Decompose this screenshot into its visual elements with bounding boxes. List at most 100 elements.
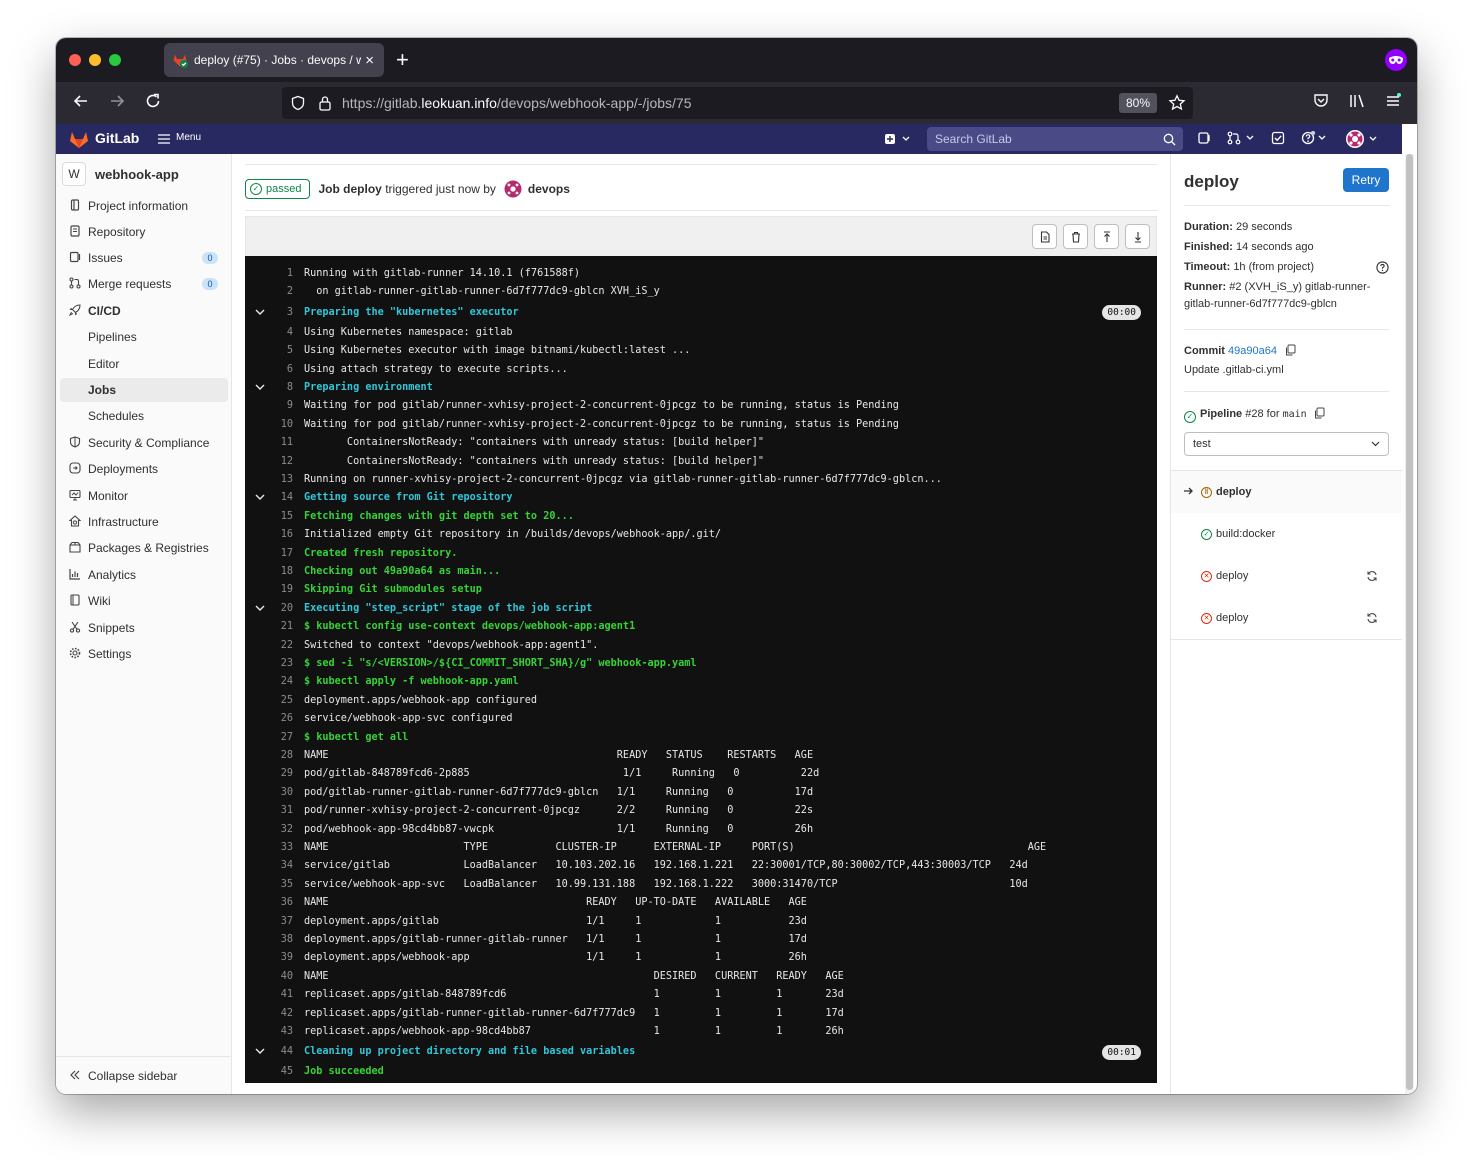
log-line-number[interactable]: 35 xyxy=(245,876,293,894)
sidebar-item-snippets[interactable]: Snippets xyxy=(60,616,228,640)
log-line-number[interactable]: 43 xyxy=(245,1023,293,1041)
copy-icon[interactable] xyxy=(1285,344,1296,356)
log-line-number[interactable]: 41 xyxy=(245,986,293,1004)
log-line-number[interactable]: 19 xyxy=(245,581,293,599)
job-item[interactable]: ✕ deploy xyxy=(1171,555,1402,597)
todo-issues-icon[interactable] xyxy=(1197,131,1211,149)
log-section-header[interactable]: 14 Getting source from Git repository xyxy=(245,489,1157,507)
sidebar-item-settings[interactable]: Settings xyxy=(60,642,228,666)
log-line-number[interactable]: 16 xyxy=(245,526,293,544)
maximize-window-button[interactable] xyxy=(109,54,121,66)
log-line-number[interactable]: 21 xyxy=(245,618,293,636)
log-section-header[interactable]: 20 Executing "step_script" stage of the j… xyxy=(245,600,1157,618)
user-avatar[interactable] xyxy=(504,180,522,198)
search-icon[interactable] xyxy=(1163,133,1176,146)
sidebar-item-packages-registries[interactable]: Packages & Registries xyxy=(60,536,228,560)
log-line-number[interactable]: 36 xyxy=(245,894,293,912)
log-section-header[interactable]: 3 Preparing the "kubernetes" executor 00:0… xyxy=(245,302,1157,324)
sidebar-item-monitor[interactable]: Monitor xyxy=(60,484,228,508)
sidebar-item-issues[interactable]: Issues 0 xyxy=(60,246,228,270)
log-line-number[interactable]: 2 xyxy=(245,283,293,301)
log-line-number[interactable]: 17 xyxy=(245,545,293,563)
sidebar-item-jobs[interactable]: Jobs xyxy=(60,378,228,402)
log-line-number[interactable]: 30 xyxy=(245,784,293,802)
log-line-number[interactable]: 42 xyxy=(245,1005,293,1023)
log-line-number[interactable]: 6 xyxy=(245,361,293,379)
zoom-level[interactable]: 80% xyxy=(1119,93,1157,113)
pipeline-branch[interactable]: main xyxy=(1283,409,1307,420)
log-line-number[interactable]: 15 xyxy=(245,508,293,526)
log-line-number[interactable]: 26 xyxy=(245,710,293,728)
sidebar-item-deployments[interactable]: Deployments xyxy=(60,457,228,481)
log-line-number[interactable]: 29 xyxy=(245,765,293,783)
show-raw-button[interactable] xyxy=(1032,224,1057,249)
forward-arrow-icon[interactable] xyxy=(108,92,126,114)
sidebar-item-security-compliance[interactable]: Security & Compliance xyxy=(60,431,228,455)
menu-hamburger-icon[interactable] xyxy=(158,134,170,144)
sidebar-project-header[interactable]: W webhook-app xyxy=(62,162,179,186)
url-bar[interactable]: https://gitlab.leokuan.info/devops/webho… xyxy=(282,87,1193,119)
question-circle-icon[interactable] xyxy=(1376,261,1389,274)
log-line-number[interactable]: 12 xyxy=(245,453,293,471)
log-line-number[interactable]: 5 xyxy=(245,342,293,360)
log-line-number[interactable]: 25 xyxy=(245,692,293,710)
log-line-number[interactable]: 45 xyxy=(245,1063,293,1081)
reload-icon[interactable] xyxy=(144,92,162,114)
url-text[interactable]: https://gitlab.leokuan.info/devops/webho… xyxy=(342,95,691,111)
log-line-number[interactable]: 33 xyxy=(245,839,293,857)
log-line-number[interactable]: 32 xyxy=(245,821,293,839)
hamburger-menu-icon[interactable] xyxy=(1384,92,1402,114)
collapse-sidebar-button[interactable]: Collapse sidebar xyxy=(56,1056,232,1094)
retry-icon[interactable] xyxy=(1366,570,1378,582)
retry-button[interactable]: Retry xyxy=(1343,168,1389,192)
sidebar-item-wiki[interactable]: Wiki xyxy=(60,589,228,613)
user-link[interactable]: devops xyxy=(528,182,570,196)
page-scrollbar-thumb[interactable] xyxy=(1406,154,1413,1090)
log-line-number[interactable]: 1 xyxy=(245,265,293,283)
sidebar-item-cicd[interactable]: CI/CD xyxy=(60,299,228,323)
menu-button[interactable]: Menu xyxy=(176,132,201,143)
log-line-number[interactable]: 28 xyxy=(245,747,293,765)
library-icon[interactable] xyxy=(1348,92,1366,114)
close-window-button[interactable] xyxy=(69,54,81,66)
gitlab-brand[interactable]: GitLab xyxy=(95,130,139,146)
help-icon[interactable] xyxy=(1301,130,1329,149)
bookmark-star-icon[interactable] xyxy=(1168,94,1186,112)
sidebar-item-schedules[interactable]: Schedules xyxy=(60,404,228,428)
log-line-number[interactable]: 13 xyxy=(245,471,293,489)
minimize-window-button[interactable] xyxy=(89,54,101,66)
sidebar-item-project-information[interactable]: Project information xyxy=(60,194,228,218)
log-line-number[interactable]: 3 xyxy=(245,302,293,324)
log-line-number[interactable]: 10 xyxy=(245,416,293,434)
log-line-number[interactable]: 40 xyxy=(245,968,293,986)
copy-icon[interactable] xyxy=(1314,407,1325,419)
log-line-number[interactable]: 20 xyxy=(245,600,293,618)
stage-select[interactable]: test xyxy=(1184,432,1389,456)
log-line-number[interactable]: 9 xyxy=(245,397,293,415)
log-line-number[interactable]: 34 xyxy=(245,857,293,875)
back-arrow-icon[interactable] xyxy=(72,92,90,114)
log-line-number[interactable]: 39 xyxy=(245,949,293,967)
new-item-icon[interactable] xyxy=(884,132,910,150)
sidebar-item-editor[interactable]: Editor xyxy=(60,352,228,376)
pocket-icon[interactable] xyxy=(1312,92,1330,114)
job-item[interactable]: ✓ build:docker xyxy=(1171,513,1402,555)
sidebar-item-pipelines[interactable]: Pipelines xyxy=(60,325,228,349)
merge-requests-header-icon[interactable] xyxy=(1227,131,1255,149)
status-badge[interactable]: ✓ passed xyxy=(245,179,311,199)
lock-icon[interactable] xyxy=(318,95,332,111)
job-item[interactable]: ✕ deploy xyxy=(1171,597,1402,639)
log-line-number[interactable]: 14 xyxy=(245,489,293,507)
sidebar-item-repository[interactable]: Repository xyxy=(60,220,228,244)
log-line-number[interactable]: 27 xyxy=(245,729,293,747)
page-scrollbar[interactable] xyxy=(1405,154,1414,1094)
log-line-number[interactable]: 37 xyxy=(245,913,293,931)
commit-sha-link[interactable]: 49a90a64 xyxy=(1228,345,1277,357)
sidebar-item-merge-requests[interactable]: Merge requests 0 xyxy=(60,272,228,296)
log-line-number[interactable]: 38 xyxy=(245,931,293,949)
search-input[interactable]: Search GitLab xyxy=(927,127,1183,151)
sidebar-item-analytics[interactable]: Analytics xyxy=(60,563,228,587)
erase-log-button[interactable] xyxy=(1063,224,1088,249)
log-line-number[interactable]: 11 xyxy=(245,434,293,452)
log-line-number[interactable]: 31 xyxy=(245,802,293,820)
